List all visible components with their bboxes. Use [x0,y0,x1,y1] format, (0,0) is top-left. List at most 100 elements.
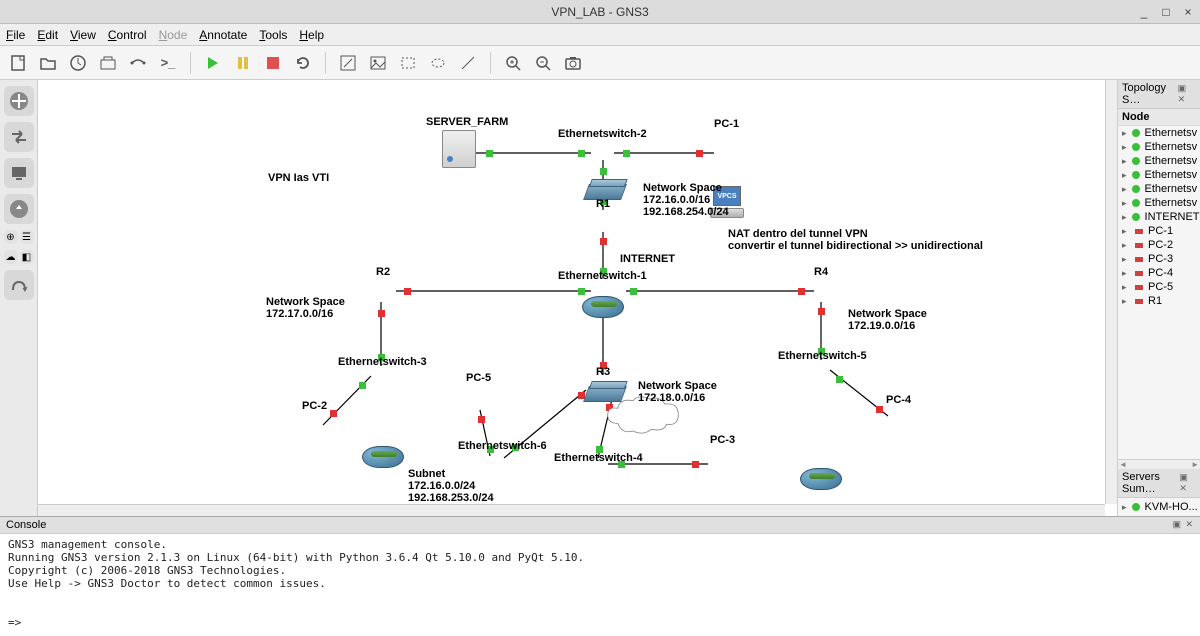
expand-arrow-icon[interactable]: ▸ [1122,212,1127,223]
topology-scrollbar[interactable] [1118,459,1200,469]
menu-control[interactable]: Control [108,28,147,42]
label-es5: Ethernetswitch-5 [778,350,867,362]
zoom-in-button[interactable] [501,51,525,75]
node-r1[interactable] [582,296,624,318]
status-icon [1131,142,1141,152]
topology-node-item[interactable]: ▸PC-5 [1118,280,1200,294]
label-es4: Ethernetswitch-4 [554,452,643,464]
expand-arrow-icon[interactable]: ▸ [1122,184,1127,195]
stop-all-button[interactable] [261,51,285,75]
console-header[interactable]: Console ▣ ✕ [0,517,1200,534]
servers-list[interactable]: ▸ KVM-HO... [1118,498,1200,516]
all-devices-button[interactable]: ⊕ [4,230,18,244]
expand-arrow-icon[interactable]: ▸ [1122,128,1127,139]
expand-arrow-icon[interactable]: ▸ [1122,296,1130,307]
topology-node-item[interactable]: ▸Ethernetsv [1118,182,1200,196]
expand-arrow-icon[interactable]: ▸ [1122,268,1130,279]
expand-arrow-icon[interactable]: ▸ [1122,502,1127,513]
topology-node-item[interactable]: ▸PC-2 [1118,238,1200,252]
reload-all-button[interactable] [291,51,315,75]
topology-node-item[interactable]: ▸Ethernetsv [1118,196,1200,210]
status-icon [1131,212,1141,222]
screenshot-button[interactable] [561,51,585,75]
topology-node-column[interactable]: Node [1118,109,1200,126]
topology-canvas[interactable]: VPCS VPCS VPCS VPCS VPCS SERVER_FARM Eth… [38,80,1105,504]
panel-controls-icon[interactable]: ▣ ✕ [1172,519,1194,531]
annotate-rect-button[interactable] [396,51,420,75]
topology-node-item[interactable]: ▸R1 [1118,294,1200,308]
annotate-line-button[interactable] [456,51,480,75]
expand-arrow-icon[interactable]: ▸ [1122,282,1130,293]
show-connections-button[interactable] [126,51,150,75]
snapshot-button[interactable] [96,51,120,75]
console-all-button[interactable]: >_ [156,51,180,75]
menu-annotate[interactable]: Annotate [199,28,247,42]
topology-node-item[interactable]: ▸Ethernetsv [1118,140,1200,154]
status-icon [1134,296,1144,306]
link-status-dot [630,288,637,295]
panel-controls-icon[interactable]: ▣ ✕ [1178,83,1196,105]
switch-category-button[interactable] [4,122,34,152]
menu-tools[interactable]: Tools [259,28,287,42]
topology-node-item[interactable]: ▸ Ethernetsv [1118,126,1200,140]
open-project-button[interactable] [36,51,60,75]
security-category-button[interactable] [4,194,34,224]
status-icon [1134,226,1144,236]
save-project-button[interactable] [66,51,90,75]
end-device-category-button[interactable] [4,158,34,188]
node-r4[interactable] [800,468,842,490]
status-icon [1134,282,1144,292]
status-icon [1131,170,1141,180]
menu-file[interactable]: File [6,28,25,42]
node-server-farm[interactable] [442,130,476,168]
misc-category-button[interactable]: ◧ [20,250,34,264]
pause-all-button[interactable] [231,51,255,75]
expand-arrow-icon[interactable]: ▸ [1122,226,1130,237]
canvas-scrollbar-vertical[interactable] [1105,80,1117,504]
new-project-button[interactable] [6,51,30,75]
topology-node-item[interactable]: ▸PC-4 [1118,266,1200,280]
label-pc3: PC-3 [710,434,735,446]
expand-arrow-icon[interactable]: ▸ [1122,142,1127,153]
menu-edit[interactable]: Edit [37,28,58,42]
topology-node-item[interactable]: ▸INTERNET [1118,210,1200,224]
canvas-scrollbar-horizontal[interactable] [38,504,1105,516]
console-output[interactable]: GNS3 management console.Running GNS3 ver… [0,534,1200,636]
console-panel: Console ▣ ✕ GNS3 management console.Runn… [0,516,1200,636]
topology-canvas-wrap: VPCS VPCS VPCS VPCS VPCS SERVER_FARM Eth… [38,80,1118,516]
menu-help[interactable]: Help [299,28,324,42]
menu-view[interactable]: View [70,28,96,42]
panel-controls-icon[interactable]: ▣ ✕ [1179,472,1196,494]
annotate-ellipse-button[interactable] [426,51,450,75]
topology-node-item[interactable]: ▸Ethernetsv [1118,168,1200,182]
topology-node-list[interactable]: ▸Ethernetsv▸Ethernetsv▸Ethernetsv▸Ethern… [1118,126,1200,459]
expand-arrow-icon[interactable]: ▸ [1122,156,1127,167]
add-link-button[interactable] [4,270,34,300]
annotate-image-button[interactable] [366,51,390,75]
expand-arrow-icon[interactable]: ▸ [1122,198,1127,209]
servers-panel-header[interactable]: Servers Sum… ▣ ✕ [1118,469,1200,498]
link-status-dot [600,238,607,245]
topology-node-item[interactable]: ▸PC-3 [1118,252,1200,266]
node-label: Ethernetsv [1145,127,1198,139]
topology-node-item[interactable]: ▸PC-1 [1118,224,1200,238]
link-status-dot [623,150,630,157]
topology-node-item[interactable]: ▸Ethernetsv [1118,154,1200,168]
expand-arrow-icon[interactable]: ▸ [1122,254,1130,265]
start-all-button[interactable] [201,51,225,75]
link-status-dot [876,406,883,413]
expand-arrow-icon[interactable]: ▸ [1122,170,1127,181]
node-r2[interactable] [362,446,404,468]
server-item[interactable]: ▸ KVM-HO... [1118,500,1200,514]
router-category-button[interactable] [4,86,34,116]
topology-panel-header[interactable]: Topology S… ▣ ✕ [1118,80,1200,109]
expand-arrow-icon[interactable]: ▸ [1122,240,1130,251]
label-r1: R1 [596,198,610,210]
annotate-note-button[interactable] [336,51,360,75]
maximize-button[interactable]: □ [1158,5,1174,19]
cloud-category-button[interactable]: ☁ [4,250,18,264]
zoom-out-button[interactable] [531,51,555,75]
close-button[interactable]: × [1180,5,1196,19]
browse-devices-button[interactable]: ☰ [20,230,34,244]
minimize-button[interactable]: _ [1136,5,1152,19]
